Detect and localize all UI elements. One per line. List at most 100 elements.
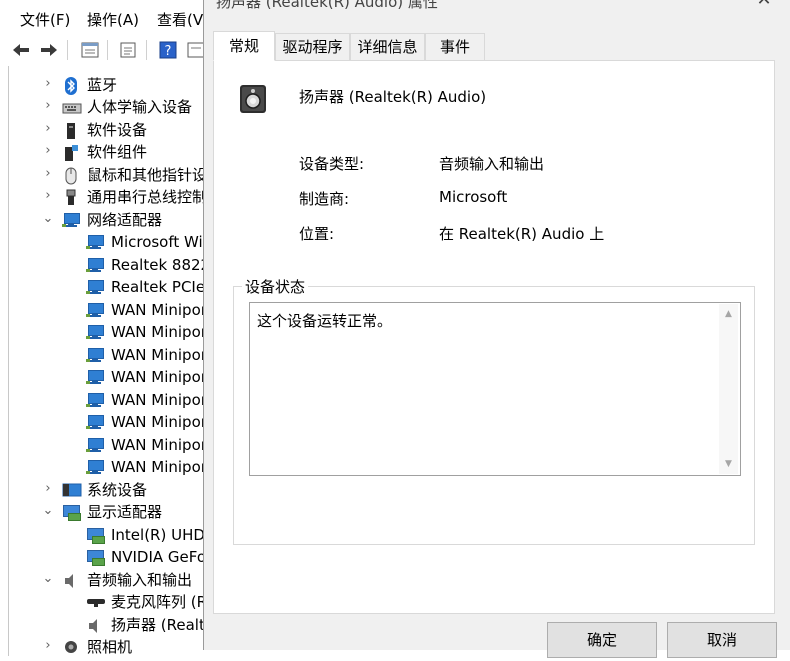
tree-item-speaker[interactable]: 扬声器 (Realte <box>0 614 220 636</box>
mouse-icon <box>62 167 80 185</box>
device-tree: › 蓝牙 › 人体学输入设备 › 软件设备 › 软件组件 › 鼠标和其他指针设 … <box>0 74 216 656</box>
tree-item-label: 照相机 <box>87 638 133 656</box>
menu-action[interactable]: 操作(A) <box>87 10 139 30</box>
chevron-right-icon[interactable]: › <box>42 121 54 136</box>
tree-item-audio-io[interactable]: ⌄ 音频输入和输出 <box>0 569 220 591</box>
tree-item-system-devices[interactable]: › 系统设备 <box>0 479 220 501</box>
tree-item-label: Microsoft Wi- <box>111 233 209 251</box>
tree-item-usb[interactable]: › 通用串行总线控制 <box>0 186 220 208</box>
tree-item-network-device[interactable]: WAN Minipor <box>0 434 220 456</box>
tree-item-network-device[interactable]: WAN Minipor <box>0 299 220 321</box>
tree-item-network-device[interactable]: WAN Minipor <box>0 456 220 478</box>
menu-file[interactable]: 文件(F) <box>20 10 70 30</box>
display-adapter-icon <box>62 504 81 521</box>
chevron-right-icon[interactable]: › <box>42 638 54 653</box>
network-adapter-icon <box>86 347 104 363</box>
properties-dialog: 扬声器 (Realtek(R) Audio) 属性 ✕ 常规 驱动程序 详细信息… <box>203 0 790 658</box>
status-scrollbar[interactable]: ▲ ▼ <box>719 304 738 474</box>
tree-item-label: NVIDIA GeFo <box>111 548 207 566</box>
tree-item-label: Realtek PCIe ( <box>111 278 216 296</box>
network-adapter-icon <box>86 459 104 475</box>
tree-item-label: 鼠标和其他指针设 <box>87 166 208 184</box>
tree-item-label: 人体学输入设备 <box>87 98 193 116</box>
tree-item-label: WAN Minipor <box>111 436 207 454</box>
tree-item-network-device[interactable]: WAN Minipor <box>0 321 220 343</box>
network-adapter-icon <box>86 234 104 250</box>
chevron-right-icon[interactable]: › <box>42 481 54 496</box>
software-device-icon <box>62 122 80 139</box>
network-adapter-icon <box>86 302 104 318</box>
tree-item-label: WAN Minipor <box>111 413 207 431</box>
tab-details[interactable]: 详细信息 <box>350 33 425 60</box>
tree-item-label: 扬声器 (Realte <box>111 616 215 634</box>
tree-item-label: WAN Minipor <box>111 391 207 409</box>
device-status-legend: 设备状态 <box>242 276 309 297</box>
tree-item-software-devices[interactable]: › 软件设备 <box>0 119 220 141</box>
tree-item-network-device[interactable]: WAN Minipor <box>0 411 220 433</box>
bluetooth-icon <box>62 77 80 95</box>
svg-text:?: ? <box>165 44 172 59</box>
device-status-textbox[interactable]: 这个设备运转正常。 ▲ ▼ <box>249 302 741 476</box>
network-adapter-icon <box>86 414 104 430</box>
tree-item-label: 音频输入和输出 <box>87 571 193 589</box>
toolbar-separator <box>67 40 68 60</box>
tree-item-cameras[interactable]: › 照相机 <box>0 636 220 658</box>
manufacturer-value: Microsoft <box>439 188 508 206</box>
close-icon[interactable]: ✕ <box>752 0 776 10</box>
tree-item-hid[interactable]: › 人体学输入设备 <box>0 96 220 118</box>
cancel-button[interactable]: 取消 <box>667 622 777 658</box>
scroll-down-icon[interactable]: ▼ <box>719 456 738 472</box>
help-icon[interactable]: ? <box>158 40 178 60</box>
properties-icon[interactable] <box>80 40 100 60</box>
scroll-up-icon[interactable]: ▲ <box>719 306 738 322</box>
tree-item-network-device[interactable]: WAN Minipor <box>0 344 220 366</box>
tree-item-network-device[interactable]: WAN Minipor <box>0 389 220 411</box>
tree-item-label: WAN Minipor <box>111 346 207 364</box>
device-status-text: 这个设备运转正常。 <box>257 312 393 330</box>
menu-view[interactable]: 查看(V <box>157 10 203 30</box>
tree-item-display-adapters[interactable]: ⌄ 显示适配器 <box>0 501 220 523</box>
tree-item-display-device[interactable]: Intel(R) UHD ( <box>0 524 220 546</box>
tree-item-bluetooth[interactable]: › 蓝牙 <box>0 74 220 96</box>
dialog-title: 扬声器 (Realtek(R) Audio) 属性 <box>216 0 438 11</box>
chevron-right-icon[interactable]: › <box>42 188 54 203</box>
tree-item-label: 麦克风阵列 (R <box>111 593 208 611</box>
chevron-down-icon[interactable]: ⌄ <box>42 211 54 226</box>
tab-driver[interactable]: 驱动程序 <box>275 33 350 60</box>
tree-item-mice[interactable]: › 鼠标和其他指针设 <box>0 164 220 186</box>
back-arrow-icon[interactable] <box>11 40 31 60</box>
device-type-value: 音频输入和输出 <box>439 155 545 173</box>
update-icon[interactable] <box>118 40 138 60</box>
tree-item-network-device[interactable]: Realtek PCIe ( <box>0 276 220 298</box>
system-device-icon <box>62 482 82 498</box>
microphone-icon <box>86 594 105 610</box>
tree-item-label: 蓝牙 <box>87 76 118 94</box>
tree-item-label: Intel(R) UHD ( <box>111 526 216 544</box>
tree-item-network-adapters[interactable]: ⌄ 网络适配器 <box>0 209 220 231</box>
network-adapter-icon <box>86 437 104 453</box>
ok-button[interactable]: 确定 <box>547 622 657 658</box>
tree-item-network-device[interactable]: Realtek 8822I <box>0 254 220 276</box>
chevron-right-icon[interactable]: › <box>42 98 54 113</box>
tree-item-label: 系统设备 <box>87 481 148 499</box>
tree-item-display-device[interactable]: NVIDIA GeFo <box>0 546 220 568</box>
keyboard-icon <box>62 99 82 115</box>
forward-arrow-icon[interactable] <box>39 40 59 60</box>
tree-item-label: 网络适配器 <box>87 211 163 229</box>
chevron-right-icon[interactable]: › <box>42 166 54 181</box>
chevron-right-icon[interactable]: › <box>42 143 54 158</box>
tab-general[interactable]: 常规 <box>213 31 275 61</box>
tree-item-software-components[interactable]: › 软件组件 <box>0 141 220 163</box>
tab-events[interactable]: 事件 <box>425 33 485 60</box>
display-adapter-icon <box>86 549 105 566</box>
network-adapter-icon <box>86 369 104 385</box>
tree-item-label: 显示适配器 <box>87 503 163 521</box>
chevron-down-icon[interactable]: ⌄ <box>42 503 54 518</box>
chevron-right-icon[interactable]: › <box>42 76 54 91</box>
chevron-down-icon[interactable]: ⌄ <box>42 571 54 586</box>
tree-item-network-device[interactable]: WAN Minipor <box>0 366 220 388</box>
toolbar-separator <box>146 40 147 60</box>
tree-item-microphone[interactable]: 麦克风阵列 (R <box>0 591 220 613</box>
tree-item-network-device[interactable]: Microsoft Wi- <box>0 231 220 253</box>
manufacturer-label: 制造商: <box>299 190 350 208</box>
